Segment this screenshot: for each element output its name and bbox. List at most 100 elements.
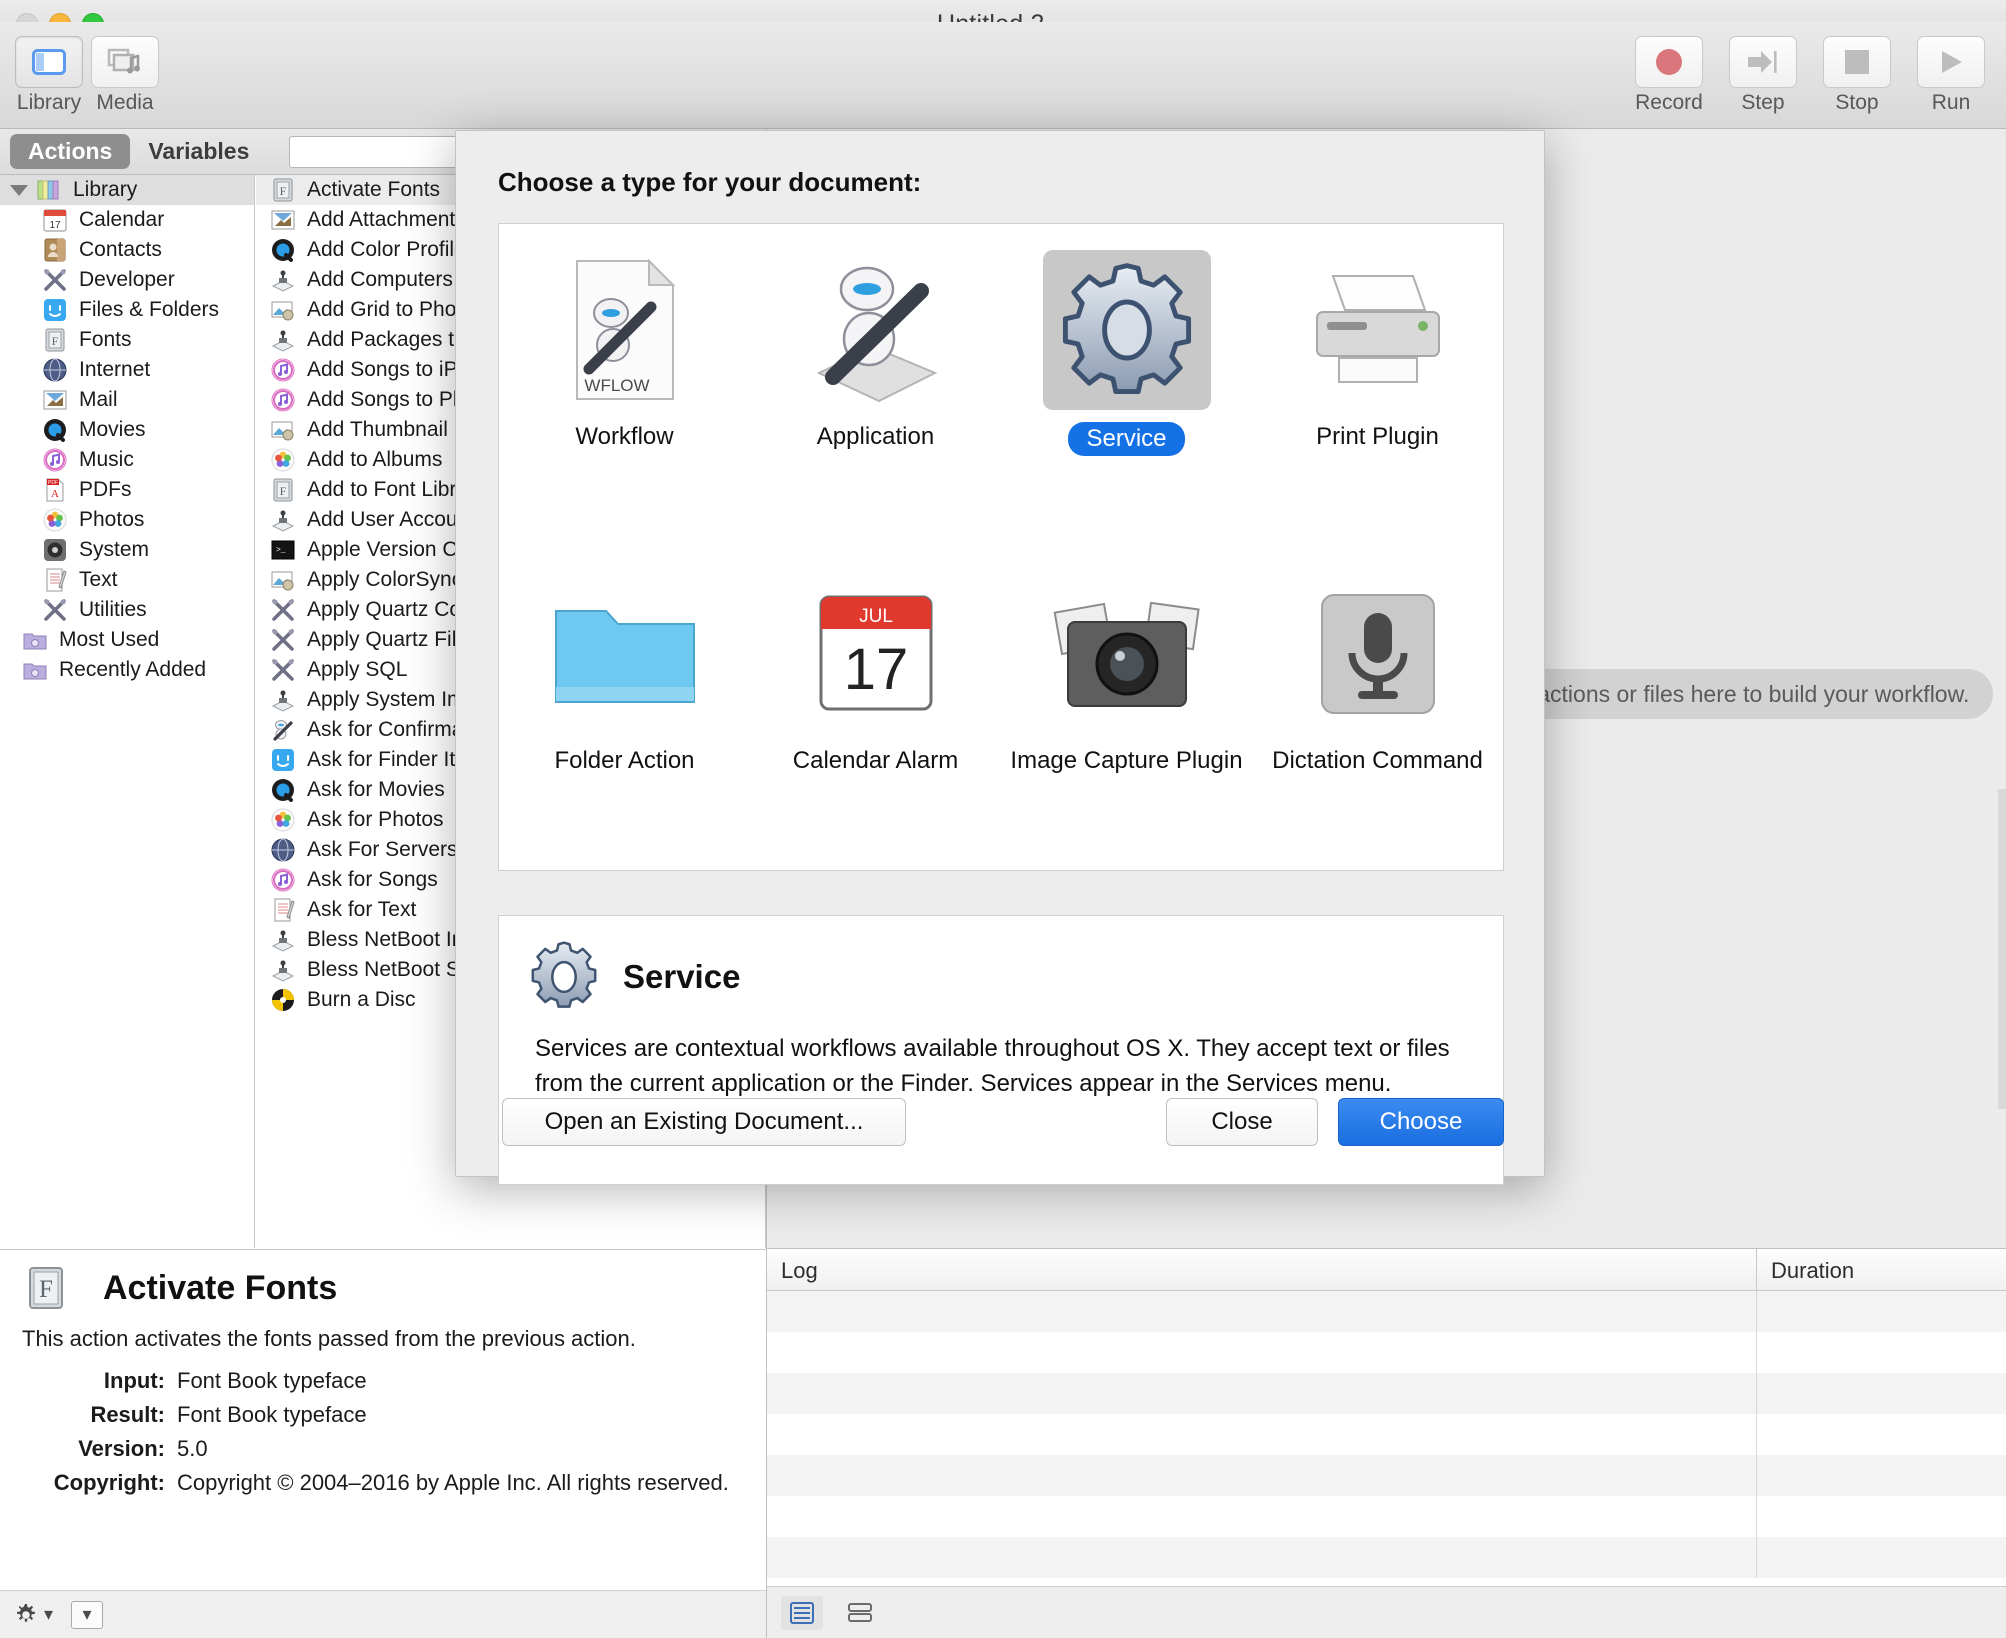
action-info-pane: F Activate Fonts This action activates t… <box>0 1249 766 1638</box>
toolbar-run-label: Run <box>1931 91 1971 114</box>
sidebar-item-label: Contacts <box>79 238 162 261</box>
action-label: Add Computers <box>307 268 453 291</box>
svg-text:JUL: JUL <box>859 606 893 627</box>
sidebar-item-label: Internet <box>79 358 151 381</box>
netboot-icon <box>270 267 296 293</box>
log-view-split-button[interactable] <box>839 1596 881 1630</box>
terminal-icon: >_ <box>270 537 296 563</box>
sidebar-item-movies[interactable]: Movies <box>0 415 254 445</box>
table-row[interactable] <box>767 1537 2006 1578</box>
smart-folder-icon <box>22 657 48 683</box>
toolbar-library-label: Library <box>16 91 82 114</box>
open-existing-document-button[interactable]: Open an Existing Document... <box>502 1098 906 1146</box>
log-column-header-duration[interactable]: Duration <box>1756 1249 2006 1290</box>
document-type-grid-container: WFLOW Workflow Application Service Print Plu… <box>498 223 1504 871</box>
sheet-heading: Choose a type for your document: <box>498 167 922 197</box>
info-field-key: Version: <box>78 1436 165 1461</box>
library-root-row[interactable]: Library <box>0 175 254 205</box>
itunes-icon <box>270 387 296 413</box>
library-list[interactable]: Library 17 Calendar Contacts Developer Files… <box>0 175 255 1248</box>
detail-title: Service <box>623 958 741 995</box>
document-type-folder-action[interactable]: Folder Action <box>499 548 750 872</box>
sidebar-item-label: Fonts <box>79 328 132 351</box>
toolbar-record-button[interactable]: Record <box>1634 36 1704 115</box>
table-row[interactable] <box>767 1291 2006 1332</box>
toolbar-record-label: Record <box>1635 91 1703 114</box>
document-type-dictation-command[interactable]: Dictation Command <box>1252 548 1503 872</box>
toolbar-media-button[interactable]: Media <box>90 36 160 115</box>
svg-text:PDF: PDF <box>48 480 58 486</box>
document-type-application[interactable]: Application <box>750 224 1001 548</box>
sidebar-item-calendar[interactable]: 17 Calendar <box>0 205 254 235</box>
sidebar-item-label: Developer <box>79 268 175 291</box>
sidebar-item-fonts[interactable]: F Fonts <box>0 325 254 355</box>
log-column-header-log[interactable]: Log <box>767 1249 1756 1290</box>
expand-chevron-button[interactable]: ▾ <box>71 1600 104 1629</box>
document-type-label: Application <box>816 423 935 450</box>
document-type-label: Folder Action <box>554 747 695 774</box>
sidebar-group-most-used[interactable]: Most Used <box>0 625 254 655</box>
table-row[interactable] <box>767 1455 2006 1496</box>
toolbar-stop-button[interactable]: Stop <box>1822 36 1892 115</box>
log-view-list-button[interactable] <box>781 1595 823 1630</box>
table-row[interactable] <box>767 1332 2006 1373</box>
sidebar-item-text[interactable]: Text <box>0 565 254 595</box>
table-row[interactable] <box>767 1373 2006 1414</box>
toolbar-media-label: Media <box>96 91 154 114</box>
table-row[interactable] <box>767 1496 2006 1537</box>
toolbar-step-button[interactable]: Step <box>1728 36 1798 115</box>
sidebar-item-label: Music <box>79 448 134 471</box>
netboot-icon <box>270 687 296 713</box>
document-type-image-capture-plugin[interactable]: Image Capture Plugin <box>1001 548 1252 872</box>
tab-variables[interactable]: Variables <box>130 134 267 169</box>
itunes-icon <box>42 447 68 473</box>
document-type-print-plugin[interactable]: Print Plugin <box>1252 224 1503 548</box>
quicktime-icon <box>42 417 68 443</box>
disclosure-triangle-icon[interactable] <box>10 184 28 196</box>
toolbar-left-group: Library Media <box>14 36 160 115</box>
sidebar-item-files-folders[interactable]: Files & Folders <box>0 295 254 325</box>
fontbook-icon: F <box>22 1264 70 1312</box>
choose-button[interactable]: Choose <box>1338 1098 1504 1146</box>
table-row[interactable] <box>767 1414 2006 1455</box>
photos-icon <box>270 807 296 833</box>
sidebar-item-music[interactable]: Music <box>0 445 254 475</box>
sidebar-item-mail[interactable]: Mail <box>0 385 254 415</box>
sidebar-item-contacts[interactable]: Contacts <box>0 235 254 265</box>
library-groups-container: Most Used Recently Added <box>0 625 254 685</box>
microphone-icon <box>1294 574 1462 734</box>
close-button[interactable]: Close <box>1166 1098 1318 1146</box>
service-gear-icon <box>525 938 603 1016</box>
sidebar-group-recently-added[interactable]: Recently Added <box>0 655 254 685</box>
document-type-label: Image Capture Plugin <box>1010 747 1243 774</box>
sidebar-item-label: Mail <box>79 388 118 411</box>
svg-text:A: A <box>51 488 59 500</box>
sidebar-item-developer[interactable]: Developer <box>0 265 254 295</box>
toolbar-run-button[interactable]: Run <box>1916 36 1986 115</box>
tab-actions[interactable]: Actions <box>10 134 131 169</box>
sidebar-item-internet[interactable]: Internet <box>0 355 254 385</box>
media-icon <box>91 36 159 88</box>
finder-icon <box>42 297 68 323</box>
gear-menu-button[interactable]: ▾ <box>14 1603 53 1627</box>
document-type-calendar-alarm[interactable]: JUL 17 Calendar Alarm <box>750 548 1001 872</box>
document-type-workflow[interactable]: WFLOW Workflow <box>499 224 750 548</box>
sidebar-item-photos[interactable]: Photos <box>0 505 254 535</box>
toolbar-step-label: Step <box>1741 91 1785 114</box>
document-type-service[interactable]: Service <box>1001 224 1252 548</box>
sidebar-item-utilities[interactable]: Utilities <box>0 595 254 625</box>
canvas-scrollbar[interactable] <box>1998 789 2006 1109</box>
folder-icon <box>541 574 709 734</box>
service-gear-icon <box>1042 250 1211 410</box>
document-type-label: Calendar Alarm <box>792 747 959 774</box>
automator-icon <box>270 717 296 743</box>
toolbar: Library Media Record Step Stop Run <box>0 22 2006 129</box>
info-field-value: 5.0 <box>177 1436 208 1461</box>
netboot-icon <box>270 957 296 983</box>
svg-text:F: F <box>280 484 287 498</box>
sidebar-item-system[interactable]: System <box>0 535 254 565</box>
toolbar-library-button[interactable]: Library <box>14 36 84 115</box>
action-label: Activate Fonts <box>307 178 441 201</box>
sidebar-item-pdfs[interactable]: PDF A PDFs <box>0 475 254 505</box>
info-footer: ▾ ▾ <box>0 1590 766 1638</box>
